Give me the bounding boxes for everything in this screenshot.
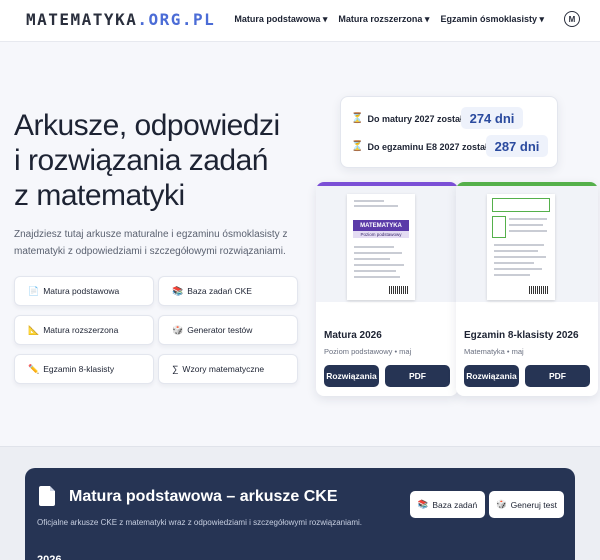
countdown-e8: ⏳ Do egzaminu E8 2027 zostało bbox=[351, 141, 493, 152]
title-line-3: z matematyki bbox=[14, 179, 185, 212]
quick-link-label: Wzory matematyczne bbox=[182, 364, 265, 374]
exam-sheet-preview bbox=[487, 194, 555, 300]
thumb-header: MATEMATYKA bbox=[353, 220, 409, 231]
quick-link-matura-podstawowa[interactable]: 📄 Matura podstawowa bbox=[14, 276, 154, 306]
nav-matura-rozszerzona[interactable]: Matura rozszerzona ▾ bbox=[338, 14, 429, 25]
countdown-value: 274 dni bbox=[461, 107, 523, 129]
nav-matura-podstawowa[interactable]: Matura podstawowa ▾ bbox=[234, 14, 327, 25]
dice-icon: 🎲 bbox=[172, 324, 184, 335]
thumb-subheader: Poziom podstawowy bbox=[353, 231, 409, 238]
exam-card-e8: Egzamin 8-klasisty 2026 Matematyka • maj… bbox=[456, 182, 598, 396]
nav-egzamin-osmoklasisty[interactable]: Egzamin ósmoklasisty ▾ bbox=[440, 14, 544, 25]
countdown-label: Do egzaminu E8 2027 zostało bbox=[367, 141, 493, 152]
section-title: Matura podstawowa – arkusze CKE bbox=[69, 488, 338, 505]
section-subtitle: Oficjalne arkusze CKE z matematyki wraz … bbox=[37, 518, 362, 527]
quick-link-label: Matura rozszerzona bbox=[43, 325, 119, 335]
logo-suffix: .ORG.PL bbox=[137, 10, 216, 29]
triangle-ruler-icon: 📐 bbox=[28, 324, 40, 335]
card-title: Matura 2026 bbox=[324, 330, 382, 341]
button-label: Generuj test bbox=[510, 499, 557, 510]
pdf-button[interactable]: PDF bbox=[525, 365, 590, 387]
sigma-icon: ∑ bbox=[172, 364, 179, 374]
quick-link-label: Baza zadań CKE bbox=[187, 286, 252, 296]
hourglass-icon: ⏳ bbox=[351, 113, 364, 124]
hero-subtitle: Znajdziesz tutaj arkusze maturalne i egz… bbox=[14, 229, 288, 257]
avatar[interactable]: M bbox=[564, 11, 580, 27]
hourglass-icon: ⏳ bbox=[351, 141, 364, 152]
books-icon: 📚 bbox=[172, 285, 184, 296]
top-bar: MATEMATYKA.ORG.PL Matura podstawowa ▾ Ma… bbox=[0, 0, 600, 42]
card-meta: Matematyka • maj bbox=[464, 347, 524, 356]
card-meta: Poziom podstawowy • maj bbox=[324, 347, 412, 356]
books-icon: 📚 bbox=[417, 499, 429, 509]
quick-link-label: Egzamin 8-klasisty bbox=[43, 364, 115, 374]
title-line-2: i rozwiązania zadań bbox=[14, 144, 268, 177]
exam-card-matura: MATEMATYKA Poziom podstawowy Matura 2026… bbox=[316, 182, 458, 396]
quick-link-wzory[interactable]: ∑ Wzory matematyczne bbox=[158, 354, 298, 384]
site-logo[interactable]: MATEMATYKA.ORG.PL bbox=[26, 10, 215, 29]
generuj-test-button[interactable]: 🎲 Generuj test bbox=[489, 491, 564, 518]
countdown-matura: ⏳ Do matury 2027 zostało bbox=[351, 113, 468, 124]
dice-icon: 🎲 bbox=[496, 499, 507, 509]
title-line-1: Arkusze, odpowiedzi bbox=[14, 109, 280, 142]
card-title: Egzamin 8-klasisty 2026 bbox=[464, 330, 579, 341]
button-label: Baza zadań bbox=[432, 499, 478, 510]
barcode-icon bbox=[389, 286, 409, 294]
quick-link-baza-zadan[interactable]: 📚 Baza zadań CKE bbox=[158, 276, 298, 306]
section-panel: Matura podstawowa – arkusze CKE Oficjaln… bbox=[25, 468, 575, 560]
quick-link-generator-testow[interactable]: 🎲 Generator testów bbox=[158, 315, 298, 345]
logo-name: MATEMATYKA bbox=[26, 10, 138, 29]
quick-link-label: Matura podstawowa bbox=[43, 286, 120, 296]
exam-sheet-thumbnail[interactable]: MATEMATYKA Poziom podstawowy bbox=[316, 186, 458, 302]
exam-sheet-preview: MATEMATYKA Poziom podstawowy bbox=[347, 194, 415, 300]
year-heading: 2026 bbox=[37, 554, 62, 560]
quick-link-label: Generator testów bbox=[187, 325, 253, 335]
pdf-button[interactable]: PDF bbox=[385, 365, 450, 387]
baza-zadan-button[interactable]: 📚 Baza zadań bbox=[410, 491, 485, 518]
page-title: Arkusze, odpowiedzi i rozwiązania zadań … bbox=[14, 108, 314, 213]
countdown-box: ⏳ Do matury 2027 zostało 274 dni ⏳ Do egza… bbox=[340, 96, 558, 168]
solutions-button[interactable]: Rozwiązania bbox=[324, 365, 379, 387]
pencil-icon: ✏️ bbox=[28, 363, 40, 374]
countdown-label: Do matury 2027 zostało bbox=[367, 113, 468, 124]
quick-link-egzamin-8-klasisty[interactable]: ✏️ Egzamin 8-klasisty bbox=[14, 354, 154, 384]
document-icon bbox=[39, 486, 55, 506]
main-nav: Matura podstawowa ▾ Matura rozszerzona ▾… bbox=[234, 14, 544, 25]
solutions-button[interactable]: Rozwiązania bbox=[464, 365, 519, 387]
exam-sheet-thumbnail[interactable] bbox=[456, 186, 598, 302]
countdown-value: 287 dni bbox=[486, 135, 548, 157]
barcode-icon bbox=[529, 286, 549, 294]
quick-link-matura-rozszerzona[interactable]: 📐 Matura rozszerzona bbox=[14, 315, 154, 345]
document-icon: 📄 bbox=[28, 285, 40, 296]
